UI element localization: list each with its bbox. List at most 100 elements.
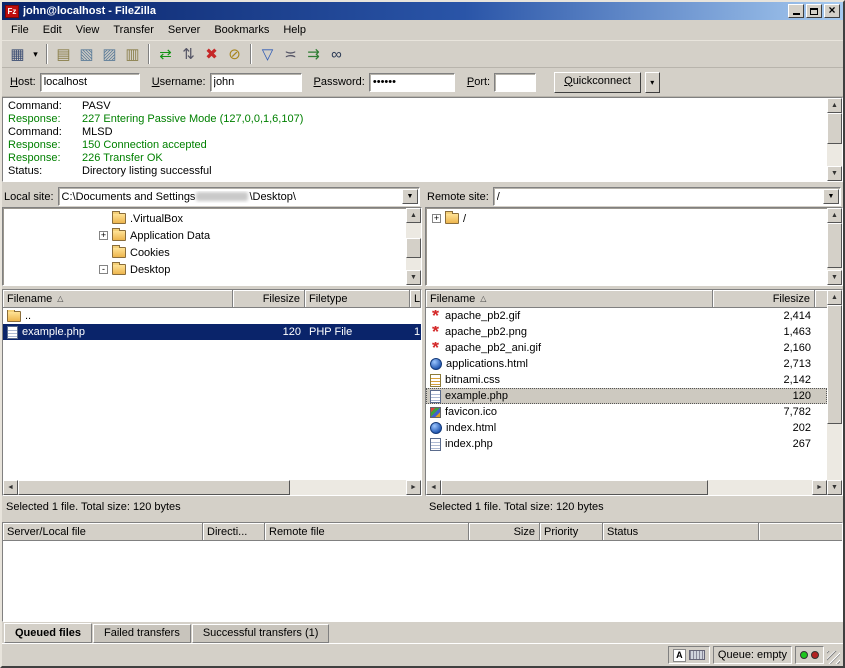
scroll-thumb[interactable]: [406, 238, 421, 258]
scroll-down-icon[interactable]: ▼: [827, 270, 842, 285]
scroll-thumb[interactable]: [441, 480, 708, 495]
comparison-button[interactable]: ≍: [279, 43, 302, 66]
scroll-left-icon[interactable]: ◄: [3, 480, 18, 495]
scroll-left-icon[interactable]: ◄: [426, 480, 441, 495]
menu-help[interactable]: Help: [276, 21, 313, 39]
host-input[interactable]: [40, 73, 140, 92]
expander-icon[interactable]: +: [99, 231, 108, 240]
column-status[interactable]: Status: [603, 523, 759, 541]
close-button[interactable]: [824, 4, 840, 18]
toggle-local-tree-button[interactable]: ▧: [75, 43, 98, 66]
tree-item-cookies[interactable]: Cookies: [3, 244, 406, 261]
username-input[interactable]: [210, 73, 302, 92]
tree-item-application-data[interactable]: +Application Data: [3, 227, 406, 244]
cancel-button[interactable]: ✖: [200, 43, 223, 66]
remote-list-vscrollbar[interactable]: ▲ ▼: [827, 290, 842, 495]
combo-dropdown-icon[interactable]: ▼: [402, 189, 418, 204]
scroll-down-icon[interactable]: ▼: [406, 270, 421, 285]
file-row-parent[interactable]: ..: [3, 308, 421, 324]
tab-failed-transfers[interactable]: Failed transfers: [93, 624, 191, 643]
menu-bookmarks[interactable]: Bookmarks: [207, 21, 276, 39]
column-direction[interactable]: Directi...: [203, 523, 265, 541]
filter-button[interactable]: ▽: [256, 43, 279, 66]
quickconnect-dropdown[interactable]: ▾: [645, 72, 660, 93]
scroll-up-icon[interactable]: ▲: [827, 290, 842, 305]
minimize-button[interactable]: [788, 4, 804, 18]
resize-grip[interactable]: [827, 651, 840, 664]
username-label: Username:: [152, 76, 206, 88]
expander-icon[interactable]: +: [432, 214, 441, 223]
column-filetype[interactable]: Filetype: [305, 290, 410, 308]
scroll-down-icon[interactable]: ▼: [827, 480, 842, 495]
remote-tree: +/: [426, 208, 827, 285]
local-site-label: Local site:: [4, 191, 54, 203]
toggle-message-log-button[interactable]: ▤: [52, 43, 75, 66]
local-tree-scrollbar[interactable]: ▲ ▼: [406, 208, 421, 285]
tab-queued-files[interactable]: Queued files: [4, 623, 92, 643]
column-remote-file[interactable]: Remote file: [265, 523, 469, 541]
tab-successful-transfers[interactable]: Successful transfers (1): [192, 624, 330, 643]
disconnect-button[interactable]: ⊘: [223, 43, 246, 66]
scroll-thumb[interactable]: [827, 305, 842, 424]
menu-edit[interactable]: Edit: [36, 21, 69, 39]
file-row-example-php[interactable]: example.php120: [426, 388, 827, 404]
file-row[interactable]: index.html202: [426, 420, 827, 436]
scroll-up-icon[interactable]: ▲: [406, 208, 421, 223]
log-scrollbar[interactable]: ▲ ▼: [827, 98, 842, 181]
scroll-thumb[interactable]: [827, 223, 842, 268]
file-row[interactable]: apache_pb2.png1,463: [426, 324, 827, 340]
column-filesize[interactable]: Filesize: [713, 290, 815, 308]
menu-transfer[interactable]: Transfer: [106, 21, 161, 39]
column-filesize[interactable]: Filesize: [233, 290, 305, 308]
menu-view[interactable]: View: [69, 21, 107, 39]
scroll-down-icon[interactable]: ▼: [827, 166, 842, 181]
remote-tree-scrollbar[interactable]: ▲ ▼: [827, 208, 842, 285]
local-list-hscrollbar[interactable]: ◄ ►: [3, 480, 421, 495]
password-input[interactable]: [369, 73, 455, 92]
toggle-remote-tree-button[interactable]: ▨: [98, 43, 121, 66]
column-filename[interactable]: Filename△: [3, 290, 233, 308]
column-filename[interactable]: Filename△: [426, 290, 713, 308]
queue-list-area[interactable]: [3, 541, 842, 621]
column-last-modified[interactable]: L: [410, 290, 421, 308]
file-row[interactable]: apache_pb2_ani.gif2,160: [426, 340, 827, 356]
scroll-thumb[interactable]: [827, 113, 842, 144]
tree-item-root[interactable]: +/: [426, 210, 827, 227]
menu-server[interactable]: Server: [161, 21, 207, 39]
window-title: john@localhost - FileZilla: [23, 5, 788, 17]
tree-item-virtualbox[interactable]: .VirtualBox: [3, 210, 406, 227]
remote-list-hscrollbar[interactable]: ◄ ►: [426, 480, 827, 495]
scroll-up-icon[interactable]: ▲: [827, 208, 842, 223]
file-row[interactable]: bitnami.css2,142: [426, 372, 827, 388]
file-row[interactable]: index.php267: [426, 436, 827, 452]
column-server-local-file[interactable]: Server/Local file: [3, 523, 203, 541]
scroll-thumb[interactable]: [18, 480, 290, 495]
scroll-right-icon[interactable]: ►: [406, 480, 421, 495]
tree-item-desktop[interactable]: -Desktop: [3, 261, 406, 278]
file-row[interactable]: favicon.ico7,782: [426, 404, 827, 420]
scroll-right-icon[interactable]: ►: [812, 480, 827, 495]
expander-icon[interactable]: -: [99, 265, 108, 274]
remote-site-combo[interactable]: / ▼: [493, 187, 841, 206]
local-site-combo[interactable]: C:\Documents and Settings\Desktop\ ▼: [58, 187, 420, 206]
refresh-button[interactable]: ⇄: [154, 43, 177, 66]
port-input[interactable]: [494, 73, 536, 92]
quickconnect-button[interactable]: Quickconnect: [554, 72, 641, 93]
process-queue-button[interactable]: ⇅: [177, 43, 200, 66]
find-button[interactable]: ∞: [325, 43, 348, 66]
file-row[interactable]: apache_pb2.gif2,414: [426, 308, 827, 324]
menu-file[interactable]: File: [4, 21, 36, 39]
sync-browsing-button[interactable]: ⇉: [302, 43, 325, 66]
file-row-example-php[interactable]: example.php 120 PHP File 1: [3, 324, 421, 340]
scroll-up-icon[interactable]: ▲: [827, 98, 842, 113]
toggle-queue-button[interactable]: ▥: [121, 43, 144, 66]
titlebar[interactable]: john@localhost - FileZilla: [2, 2, 843, 20]
site-manager-dropdown[interactable]: ▾: [29, 43, 42, 66]
folder-icon: [7, 311, 21, 322]
file-row[interactable]: applications.html2,713: [426, 356, 827, 372]
maximize-button[interactable]: [806, 4, 822, 18]
combo-dropdown-icon[interactable]: ▼: [823, 189, 839, 204]
column-priority[interactable]: Priority: [540, 523, 603, 541]
column-size[interactable]: Size: [469, 523, 540, 541]
site-manager-button[interactable]: ▦: [6, 43, 29, 66]
